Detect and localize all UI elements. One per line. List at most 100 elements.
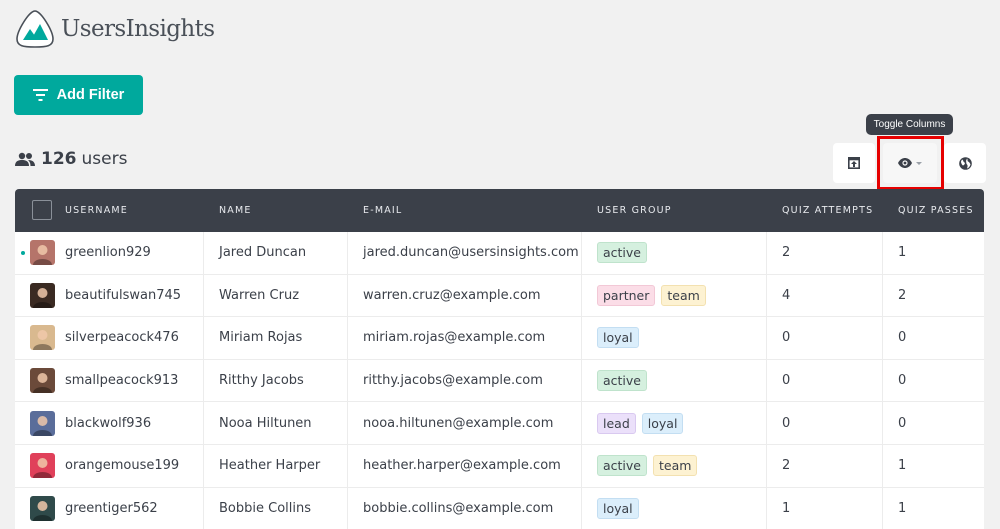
avatar[interactable] — [30, 495, 55, 521]
email-cell: jared.duncan@usersinsights.com — [363, 232, 579, 274]
eye-icon — [898, 158, 912, 168]
quiz-passes-cell-text: 2 — [898, 287, 907, 303]
column-header-username[interactable]: USERNAME — [65, 189, 128, 232]
username-link[interactable]: smallpeacock913 — [65, 373, 178, 388]
user-group-cell: partner team — [597, 275, 712, 317]
quiz-attempts-cell: 2 — [782, 445, 790, 487]
quiz-attempts-cell-text: 2 — [782, 245, 791, 261]
users-icon — [15, 152, 35, 166]
column-divider — [203, 487, 204, 529]
email-cell-text: nooa.hiltunen@example.com — [363, 415, 554, 431]
user-group-tag: loyal — [641, 412, 684, 434]
user-group-tag: team — [653, 455, 698, 477]
export-button[interactable] — [833, 143, 875, 183]
column-divider — [347, 232, 348, 274]
export-icon — [848, 157, 860, 169]
globe-button[interactable] — [944, 143, 986, 183]
name-cell: Jared Duncan — [219, 232, 306, 274]
user-group-tag: active — [597, 370, 647, 392]
column-divider — [766, 274, 767, 317]
quiz-passes-cell: 0 — [898, 317, 906, 359]
column-divider — [581, 402, 582, 444]
username-link[interactable]: beautifulswan745 — [65, 288, 181, 303]
table-row[interactable]: beautifulswan745 Warren Cruz warren.cruz@e… — [15, 274, 984, 318]
avatar[interactable] — [30, 325, 55, 351]
quiz-passes-cell-text: 1 — [898, 500, 907, 516]
quiz-attempts-cell-text: 0 — [782, 330, 791, 346]
column-divider — [203, 402, 204, 444]
quiz-passes-cell: 0 — [898, 360, 906, 402]
column-divider — [347, 317, 348, 359]
toggle-columns-button[interactable] — [883, 143, 937, 183]
email-cell: heather.harper@example.com — [363, 445, 561, 487]
table-row[interactable]: silverpeacock476 Miriam Rojas miriam.rojas… — [15, 317, 984, 360]
avatar[interactable] — [30, 368, 55, 394]
quiz-passes-cell: 1 — [898, 232, 906, 274]
table-row[interactable]: greenlion929 Jared Duncan jared.duncan@use… — [15, 232, 984, 275]
user-group-tag: lead — [597, 412, 636, 434]
username-link[interactable]: silverpeacock476 — [65, 330, 179, 345]
table-row[interactable]: greentiger562 Bobbie Collins bobbie.collin… — [15, 487, 984, 529]
column-divider — [581, 274, 582, 317]
quiz-attempts-cell: 4 — [782, 275, 790, 317]
column-divider — [882, 402, 883, 444]
column-header-user-group[interactable]: USER GROUP — [597, 189, 672, 232]
email-cell: ritthy.jacobs@example.com — [363, 360, 543, 402]
column-divider — [203, 359, 204, 402]
globe-icon — [958, 156, 972, 170]
quiz-attempts-cell-text: 2 — [782, 458, 791, 474]
quiz-passes-cell-text: 1 — [898, 458, 907, 474]
column-header-quiz-attempts[interactable]: QUIZ ATTEMPTS — [782, 189, 873, 232]
username-link[interactable]: greenlion929 — [65, 245, 151, 260]
quiz-attempts-cell-text: 4 — [782, 287, 791, 303]
table-header: USERNAME NAME E-MAIL USER GROUP QUIZ ATT… — [15, 189, 984, 232]
username-link[interactable]: blackwolf936 — [65, 416, 151, 431]
quiz-attempts-cell-text: 0 — [782, 415, 791, 431]
add-filter-label: Add Filter — [56, 87, 125, 103]
quiz-attempts-cell: 2 — [782, 232, 790, 274]
filter-icon — [32, 89, 48, 101]
select-all-checkbox[interactable] — [32, 200, 52, 220]
name-cell-text: Miriam Rojas — [219, 330, 303, 346]
user-group-cell: active team — [597, 445, 703, 487]
name-cell-text: Warren Cruz — [219, 287, 300, 303]
email-cell-text: miriam.rojas@example.com — [363, 330, 546, 346]
quiz-attempts-cell: 0 — [782, 402, 790, 444]
column-header-name[interactable]: NAME — [219, 189, 252, 232]
column-divider — [347, 359, 348, 402]
column-divider — [581, 317, 582, 359]
column-divider — [882, 317, 883, 359]
column-divider — [882, 359, 883, 402]
user-group-cell: lead loyal — [597, 402, 689, 444]
email-cell-text: warren.cruz@example.com — [363, 287, 541, 303]
username-cell: orangemouse199 — [30, 445, 179, 487]
email-cell: miriam.rojas@example.com — [363, 317, 545, 359]
user-group-tag: loyal — [597, 327, 639, 349]
column-header-email[interactable]: E-MAIL — [363, 189, 402, 232]
name-cell-text: Heather Harper — [219, 458, 321, 474]
user-group-cell: active — [597, 360, 653, 402]
name-cell-text: Ritthy Jacobs — [219, 373, 304, 389]
username-link[interactable]: orangemouse199 — [65, 458, 179, 473]
name-cell: Bobbie Collins — [219, 488, 311, 529]
avatar[interactable] — [30, 453, 55, 479]
avatar[interactable] — [30, 410, 55, 436]
avatar[interactable] — [30, 240, 55, 266]
email-cell: bobbie.collins@example.com — [363, 488, 553, 529]
username-cell: silverpeacock476 — [30, 317, 179, 359]
avatar[interactable] — [30, 282, 55, 308]
username-link[interactable]: greentiger562 — [65, 501, 158, 516]
user-group-tag: partner — [597, 284, 656, 306]
add-filter-button[interactable]: Add Filter — [14, 75, 143, 115]
user-group-cell: loyal — [597, 317, 645, 359]
table-row[interactable]: smallpeacock913 Ritthy Jacobs ritthy.jacob… — [15, 359, 984, 403]
table-row[interactable]: orangemouse199 Heather Harper heather.harp… — [15, 444, 984, 488]
quiz-passes-cell-text: 1 — [898, 245, 907, 261]
column-header-quiz-passes[interactable]: QUIZ PASSES — [898, 189, 974, 232]
quiz-passes-cell: 0 — [898, 402, 906, 444]
column-divider — [882, 444, 883, 487]
username-cell: greenlion929 — [30, 232, 151, 274]
name-cell: Warren Cruz — [219, 275, 299, 317]
table-row[interactable]: blackwolf936 Nooa Hiltunen nooa.hiltunen@e… — [15, 402, 984, 445]
email-cell-text: bobbie.collins@example.com — [363, 500, 554, 516]
